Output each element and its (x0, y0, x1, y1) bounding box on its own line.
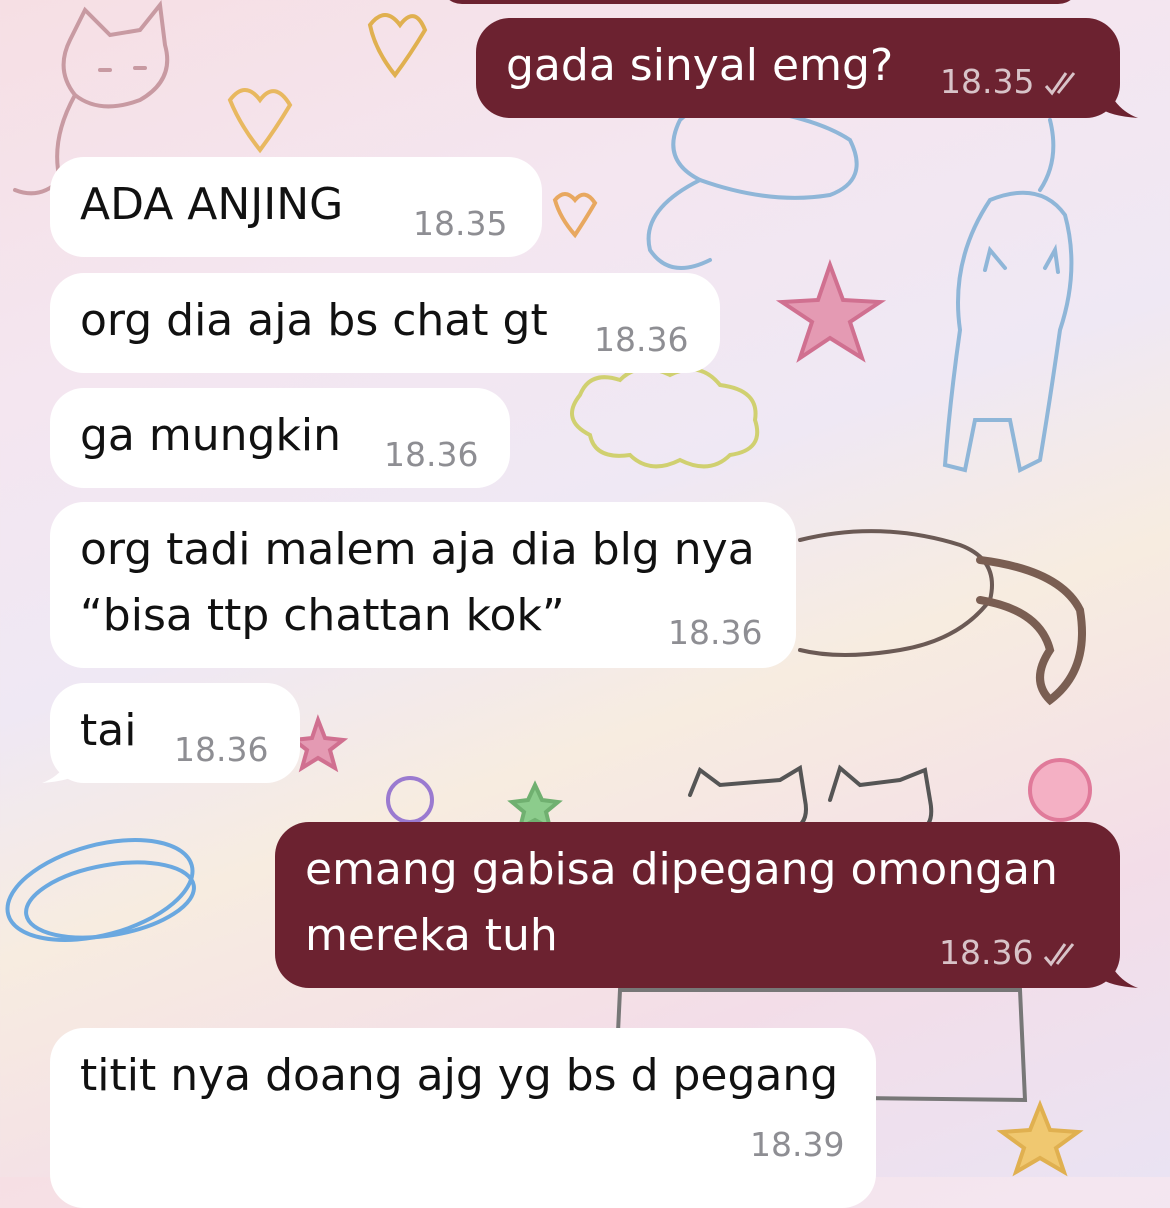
star-doodle-icon (996, 1099, 1084, 1177)
message-time: 18.36 (668, 613, 763, 652)
message-bubble-outgoing[interactable]: gada sinyal emg? 18.35 (476, 18, 1120, 118)
cat-doodle-icon (798, 529, 1086, 706)
message-text: ADA ANJING (80, 179, 344, 230)
read-double-check-icon (1043, 943, 1075, 967)
bubble-tail-icon (1100, 68, 1138, 118)
read-double-check-icon (1044, 72, 1076, 96)
message-time: 18.36 (174, 730, 269, 769)
flower-doodle-icon (1028, 758, 1092, 822)
message-bubble-outgoing[interactable]: emang gabisa dipegang omongan mereka tuh… (275, 822, 1120, 988)
message-time: 18.35 (940, 62, 1035, 101)
cat-doodle-icon (942, 190, 1074, 473)
message-bubble-incoming[interactable]: ADA ANJING 18.35 (50, 157, 542, 257)
heart-doodle-icon (552, 192, 598, 239)
bubble-tail-icon (42, 733, 80, 783)
message-text: ga mungkin (80, 410, 342, 461)
message-bubble-partial[interactable] (440, 0, 1080, 4)
cat-doodle-icon (646, 104, 1056, 270)
message-time: 18.36 (939, 933, 1034, 972)
message-bubble-incoming[interactable]: org tadi malem aja dia blg nya “bisa ttp… (50, 502, 796, 668)
ring-doodle-icon (24, 860, 196, 940)
star-doodle-icon (775, 259, 887, 363)
message-text: org tadi malem aja dia blg nya (80, 524, 755, 575)
message-text: emang gabisa dipegang omongan (305, 844, 1058, 895)
message-bubble-incoming[interactable]: tai 18.36 (50, 683, 300, 783)
message-time: 18.35 (413, 204, 508, 243)
swirl-doodle-icon (386, 776, 434, 824)
cat-doodle-icon (688, 764, 934, 832)
heart-doodle-icon (227, 88, 293, 154)
message-text: tai (80, 705, 137, 756)
star-doodle-icon (288, 714, 349, 773)
message-text: gada sinyal emg? (506, 40, 894, 91)
message-text: “bisa ttp chattan kok” (80, 590, 565, 641)
message-text: titit nya doang ajg yg bs d pegang (80, 1050, 839, 1101)
bubble-tail-icon (1100, 938, 1138, 988)
message-text: org dia aja bs chat gt (80, 295, 548, 346)
message-text: mereka tuh (305, 910, 558, 961)
message-time: 18.36 (594, 320, 689, 359)
message-bubble-incoming[interactable]: ga mungkin 18.36 (50, 388, 510, 488)
heart-doodle-icon (367, 13, 428, 79)
message-bubble-incoming[interactable]: titit nya doang ajg yg bs d pegang 18.39 (50, 1028, 876, 1208)
message-bubble-incoming[interactable]: org dia aja bs chat gt 18.36 (50, 273, 720, 373)
message-time: 18.36 (384, 435, 479, 474)
message-time: 18.39 (750, 1125, 845, 1164)
cloud-doodle-icon (570, 366, 760, 469)
